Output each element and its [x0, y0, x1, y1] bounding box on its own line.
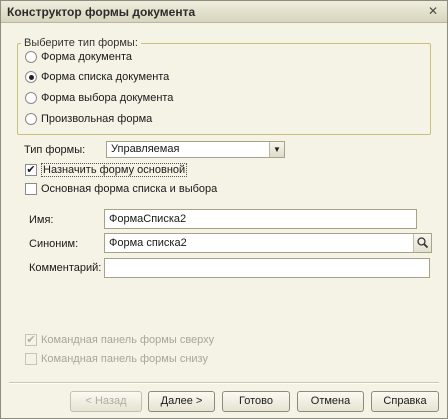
- footer-separator: [9, 382, 439, 384]
- synonym-value: Форма списка2: [109, 237, 187, 249]
- radio-form-custom[interactable]: Произвольная форма: [25, 111, 152, 127]
- cmd-panel-top-checkbox[interactable]: ✔ Командная панель формы сверху: [25, 332, 214, 348]
- radio-label: Произвольная форма: [41, 113, 153, 125]
- form-type-group-caption: Выберите тип формы:: [21, 37, 141, 49]
- checkbox-label: Назначить форму основной: [41, 163, 188, 177]
- radio-form-document[interactable]: Форма документа: [25, 49, 132, 65]
- title-bar[interactable]: Конструктор формы документа ✕: [1, 1, 447, 23]
- done-button[interactable]: Готово: [222, 391, 290, 412]
- search-icon[interactable]: [413, 234, 431, 252]
- comment-input[interactable]: [104, 258, 430, 278]
- checkbox-icon[interactable]: [25, 183, 37, 195]
- radio-icon[interactable]: [25, 92, 37, 104]
- form-kind-value: Управляемая: [111, 143, 180, 155]
- next-button[interactable]: Далее >: [148, 391, 215, 412]
- window-title: Конструктор формы документа: [7, 5, 196, 19]
- checkbox-label: Командная панель формы снизу: [41, 353, 208, 365]
- name-value: ФормаСписка2: [109, 213, 187, 225]
- main-list-choice-checkbox[interactable]: Основная форма списка и выбора: [25, 181, 217, 197]
- set-main-form-checkbox[interactable]: ✔ Назначить форму основной: [25, 162, 188, 178]
- name-input[interactable]: ФормаСписка2: [104, 209, 417, 229]
- radio-label: Форма списка документа: [41, 71, 170, 83]
- close-icon[interactable]: ✕: [426, 4, 440, 18]
- form-kind-select[interactable]: Управляемая ▼: [106, 141, 285, 158]
- checkbox-checked-icon[interactable]: ✔: [25, 334, 37, 346]
- radio-label: Форма выбора документа: [41, 92, 174, 104]
- radio-form-document-list[interactable]: Форма списка документа: [25, 69, 169, 85]
- dialog-window: Конструктор формы документа ✕ Выберите т…: [0, 0, 448, 419]
- help-button[interactable]: Справка: [371, 391, 439, 412]
- radio-icon[interactable]: [25, 71, 37, 83]
- cancel-button[interactable]: Отмена: [297, 391, 364, 412]
- name-label: Имя:: [29, 214, 54, 226]
- checkbox-label: Основная форма списка и выбора: [41, 183, 218, 195]
- radio-icon[interactable]: [25, 51, 37, 63]
- checkbox-checked-icon[interactable]: ✔: [25, 164, 37, 176]
- synonym-label: Синоним:: [29, 238, 79, 250]
- back-button[interactable]: < Назад: [70, 391, 142, 412]
- synonym-input[interactable]: Форма списка2: [104, 233, 432, 253]
- checkbox-label: Командная панель формы сверху: [41, 334, 215, 346]
- dropdown-arrow-icon[interactable]: ▼: [269, 142, 284, 157]
- radio-form-document-choice[interactable]: Форма выбора документа: [25, 90, 173, 106]
- radio-icon[interactable]: [25, 113, 37, 125]
- radio-label: Форма документа: [41, 51, 132, 63]
- checkbox-icon[interactable]: [25, 353, 37, 365]
- comment-label: Комментарий:: [29, 262, 102, 274]
- form-kind-label: Тип формы:: [24, 144, 86, 156]
- cmd-panel-bottom-checkbox[interactable]: Командная панель формы снизу: [25, 351, 208, 367]
